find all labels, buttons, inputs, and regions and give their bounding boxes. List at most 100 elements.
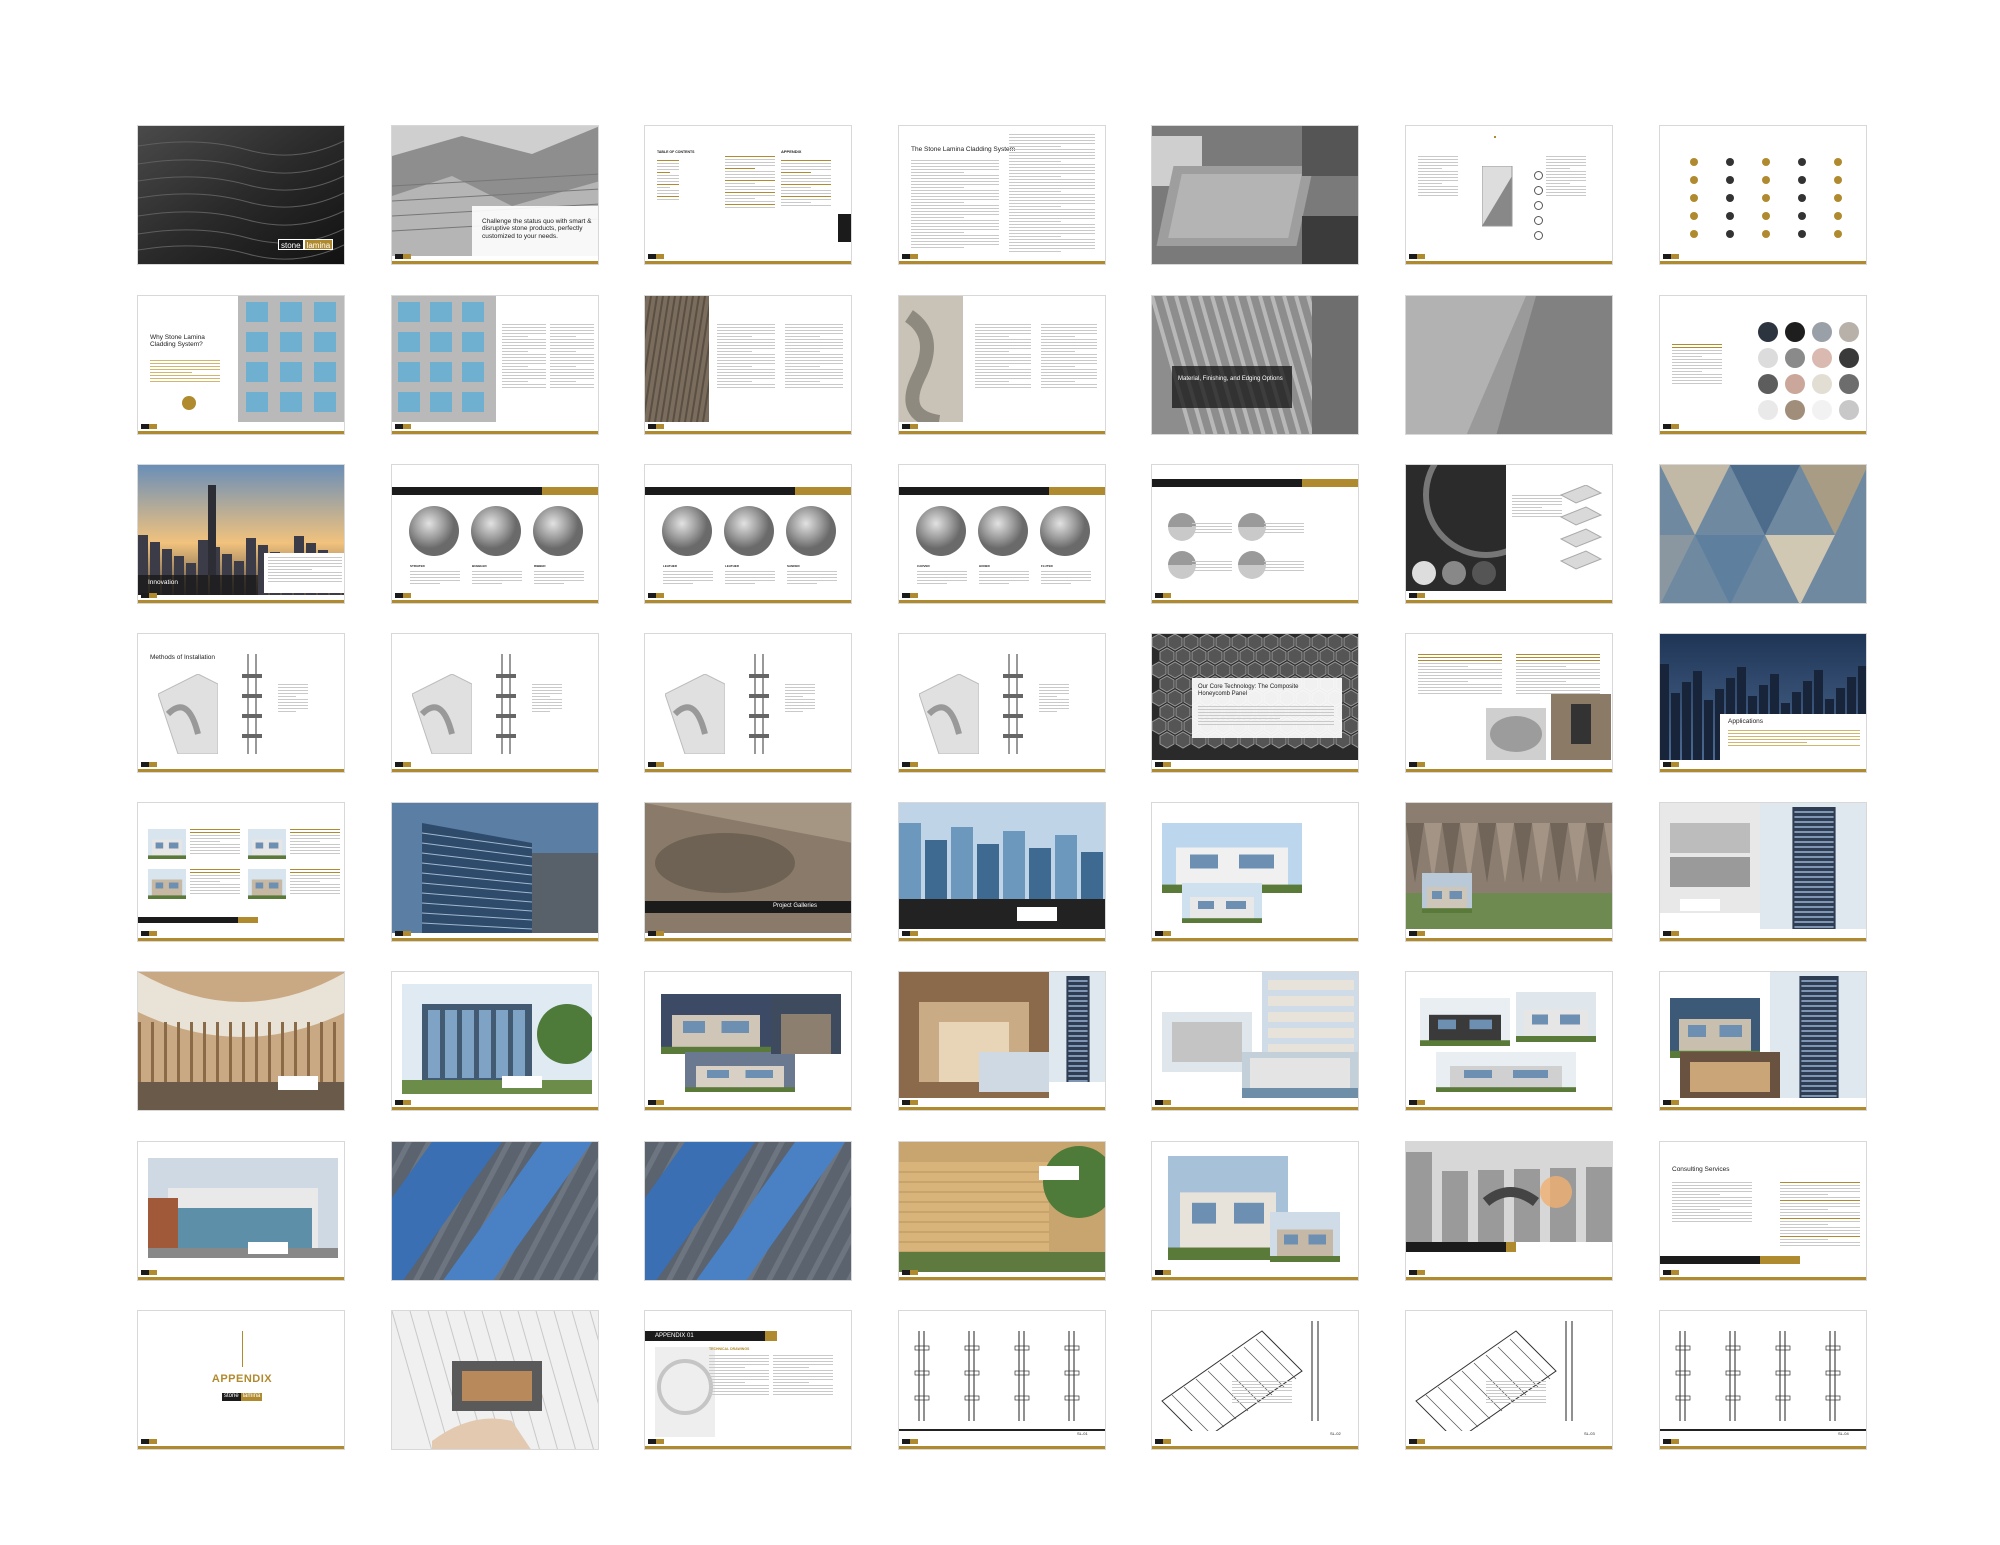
page-thumbnail-sketch[interactable] — [391, 1310, 599, 1450]
footer-logo — [1663, 1439, 1679, 1444]
page-footer-bar — [1660, 1277, 1866, 1280]
page-thumbnail-diagram[interactable] — [1405, 125, 1613, 265]
footer-logo — [395, 593, 411, 598]
page-thumbnail-install1[interactable]: Methods of Installation — [137, 633, 345, 773]
finish-label: HONED — [979, 564, 990, 568]
page-thumbnail-install3[interactable] — [644, 633, 852, 773]
page-thumbnail-core-text[interactable] — [1405, 633, 1613, 773]
technical-drawing — [1660, 1321, 1866, 1431]
page-thumbnail-dwg2[interactable]: SL-02 — [1151, 1310, 1359, 1450]
page-thumbnail-gallery8[interactable] — [898, 971, 1106, 1111]
page-thumbnail-core[interactable]: Our Core Technology: The Composite Honey… — [1151, 633, 1359, 773]
page-thumbnail-apps-list[interactable] — [137, 802, 345, 942]
page-thumbnail-gallery5[interactable] — [137, 971, 345, 1111]
page-thumbnail-glass-building[interactable] — [391, 802, 599, 942]
page-thumbnail-gallery14[interactable] — [1151, 1141, 1359, 1281]
building-photo — [1660, 803, 1760, 913]
page-thumbnail-gallery6[interactable] — [391, 971, 599, 1111]
feature-icon — [1834, 158, 1842, 166]
feature-icon — [1690, 176, 1698, 184]
page-thumbnail-applications[interactable]: Applications — [1659, 633, 1867, 773]
page-thumbnail-stone-text[interactable] — [644, 295, 852, 435]
page-footer-bar — [138, 1446, 344, 1449]
page-thumbnail-appendix01[interactable]: APPENDIX 01 TECHNICAL DRAWINGS — [644, 1310, 852, 1450]
building-photo — [1182, 883, 1262, 923]
title-band — [645, 901, 851, 913]
page-thumbnail-galleries[interactable]: Project Galleries — [644, 802, 852, 942]
section-title: Our Core Technology: The Composite Honey… — [1198, 684, 1299, 697]
triangle-cladding-photo — [1660, 465, 1866, 603]
feature-icon — [1534, 216, 1543, 225]
body-text-lines — [1198, 706, 1334, 727]
finish-samples — [899, 505, 1105, 557]
color-swatch — [1839, 400, 1859, 420]
architecture-sketch — [392, 1311, 598, 1449]
page-thumbnail-edging[interactable] — [1151, 464, 1359, 604]
page-thumbnail-gallery13[interactable] — [898, 1141, 1106, 1281]
page-thumbnail-dwg4[interactable]: SL-04 — [1659, 1310, 1867, 1450]
page-thumbnail-panels[interactable] — [1151, 125, 1359, 265]
caption-box — [248, 1242, 288, 1254]
body-text-lines — [1728, 730, 1860, 748]
footer-logo — [1409, 1270, 1425, 1275]
page-footer-bar — [1152, 1107, 1358, 1110]
page-thumbnail-flex-text[interactable] — [898, 295, 1106, 435]
page-thumbnail-innovation[interactable]: Innovation — [137, 464, 345, 604]
page-thumbnail-gallery12[interactable] — [137, 1141, 345, 1281]
page-thumbnail-facade2[interactable] — [644, 1141, 852, 1281]
page-thumbnail-rings[interactable] — [1405, 464, 1613, 604]
page-thumbnail-gallery10[interactable] — [1405, 971, 1613, 1111]
body-text-lines — [550, 324, 594, 390]
page-thumbnail-gallery7[interactable] — [644, 971, 852, 1111]
page-footer-bar — [645, 261, 851, 264]
page-thumbnail-dwg1[interactable]: SL-01 — [898, 1310, 1106, 1450]
building-photo — [1680, 1052, 1780, 1098]
page-thumbnail-material[interactable]: Material, Finishing, and Edging Options — [1151, 295, 1359, 435]
page-footer-bar — [899, 769, 1105, 772]
color-swatch — [1758, 400, 1778, 420]
photo — [138, 917, 238, 923]
page-thumbnail-cover[interactable]: stone lamina — [137, 125, 345, 265]
page-thumbnail-install4[interactable] — [898, 633, 1106, 773]
page-thumbnail-consulting[interactable]: Consulting Services — [1659, 1141, 1867, 1281]
appendix-illustration — [655, 1347, 715, 1437]
footer-logo — [1409, 1439, 1425, 1444]
page-thumbnail-finish3[interactable]: CARVED HONED FLUTED — [898, 464, 1106, 604]
page-thumbnail-gallery1[interactable] — [898, 802, 1106, 942]
page-footer-bar — [899, 431, 1105, 434]
page-thumbnail-intro[interactable]: Challenge the status quo with smart & di… — [391, 125, 599, 265]
page-thumbnail-finish2[interactable]: LEATHER LEATHER SANDED — [644, 464, 852, 604]
page-footer-bar — [1406, 1277, 1612, 1280]
page-thumbnail-building-text[interactable] — [391, 295, 599, 435]
page-thumbnail-icons[interactable] — [1659, 125, 1867, 265]
finish-label: BUBBLED — [472, 564, 487, 568]
page-thumbnail-gallery3[interactable] — [1405, 802, 1613, 942]
building-photo — [771, 994, 841, 1054]
page-thumbnail-install2[interactable] — [391, 633, 599, 773]
page-thumbnail-toc[interactable]: TABLE OF CONTENTS APPENDIX — [644, 125, 852, 265]
page-thumbnail-gallery11[interactable] — [1659, 971, 1867, 1111]
page-thumbnail-gallery9[interactable] — [1151, 971, 1359, 1111]
page-thumbnail-facade1[interactable] — [391, 1141, 599, 1281]
page-footer-bar — [1406, 769, 1612, 772]
page-thumbnail-swatches[interactable] — [1659, 295, 1867, 435]
drawing-code: SL-02 — [1330, 1431, 1341, 1436]
page-thumbnail-gallery4[interactable] — [1659, 802, 1867, 942]
color-swatch — [1758, 374, 1778, 394]
page-thumbnail-system[interactable]: The Stone Lamina Cladding System — [898, 125, 1106, 265]
feature-icon — [1534, 201, 1543, 210]
section-title: Consulting Services — [1672, 1166, 1730, 1173]
page-thumbnail-why[interactable]: Why Stone Lamina Cladding System? — [137, 295, 345, 435]
page-thumbnail-handshake[interactable] — [1405, 1141, 1613, 1281]
page-footer-bar — [138, 769, 344, 772]
page-thumbnail-gallery2[interactable] — [1151, 802, 1359, 942]
page-thumbnail-texture[interactable] — [1405, 295, 1613, 435]
page-thumbnail-triangles[interactable] — [1659, 464, 1867, 604]
footer-logo — [1409, 593, 1425, 598]
page-thumbnail-finish1[interactable]: STRIATED BUBBLED RIBBED — [391, 464, 599, 604]
feature-icon — [1690, 158, 1698, 166]
panel-layers-diagram — [1482, 166, 1522, 236]
page-footer-bar — [645, 600, 851, 603]
page-thumbnail-appendix[interactable]: APPENDIX stone lamina — [137, 1310, 345, 1450]
page-thumbnail-dwg3[interactable]: SL-03 — [1405, 1310, 1613, 1450]
